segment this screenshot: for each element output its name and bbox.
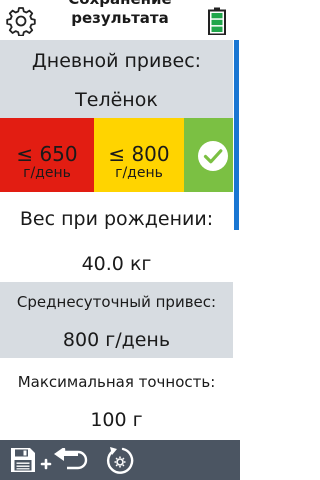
header-bar: Сохранение результата	[0, 0, 240, 40]
range-low: ≤ 650 г/день	[0, 118, 94, 192]
gear-icon[interactable]	[6, 6, 36, 36]
save-icon[interactable]	[9, 446, 37, 474]
max-accuracy-label: Максимальная точность:	[17, 373, 216, 391]
range-mid-unit: г/день	[115, 165, 163, 181]
bottom-toolbar	[0, 440, 240, 480]
range-mid: ≤ 800 г/день	[94, 118, 184, 192]
avg-daily-gain-value: 800 г/день	[0, 322, 233, 358]
page-title-line1: Сохранение	[40, 0, 200, 8]
scrollbar-thumb[interactable]	[234, 40, 239, 230]
range-ok	[184, 118, 233, 192]
range-mid-value: ≤ 800	[108, 142, 170, 166]
range-low-unit: г/день	[23, 165, 71, 181]
max-accuracy-value: 100 г	[90, 409, 143, 431]
birth-weight-value: 40.0 кг	[81, 253, 152, 275]
avg-daily-gain-label: Среднесуточный привес:	[0, 282, 233, 322]
range-low-value: ≤ 650	[16, 142, 78, 166]
check-circle-icon	[198, 141, 228, 171]
battery-full-icon	[208, 7, 226, 35]
birth-weight-label: Вес при рождении:	[19, 208, 214, 230]
reset-settings-icon[interactable]	[104, 445, 136, 477]
page-title-line2: результата	[71, 9, 169, 27]
add-return-icon[interactable]	[40, 448, 92, 474]
daily-gain-label: Дневной привес:	[0, 40, 233, 82]
animal-type: Телёнок	[0, 82, 233, 118]
